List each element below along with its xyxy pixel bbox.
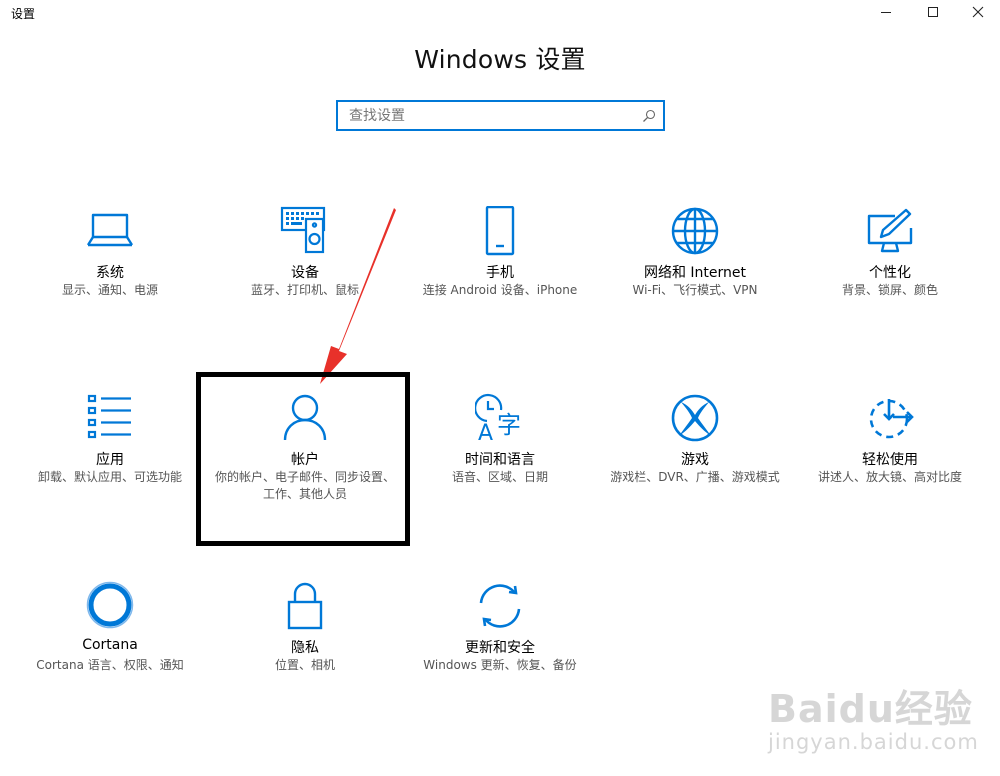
tile-label: 更新和安全 [465,640,535,656]
tile-label: 设备 [291,265,319,281]
watermark-url: jingyan.baidu.com [768,730,979,754]
tile-description: 卸载、默认应用、可选功能 [37,470,182,484]
close-icon [972,6,984,18]
tile-label: 应用 [96,452,124,468]
personalization-icon [865,206,915,256]
search-input[interactable] [338,102,638,129]
tile-label: Cortana [82,637,138,653]
annotation-highlight-box [196,372,410,546]
globe-icon [670,206,720,256]
watermark-brand: Baidu经验 [768,687,973,731]
ease-of-access-icon [865,393,915,443]
tile-label: 个性化 [869,265,911,281]
tile-description: Cortana 语言、权限、通知 [36,658,184,672]
page-title: Windows 设置 [414,45,586,74]
tile-label: 手机 [486,265,514,281]
tile-description: 位置、相机 [274,658,335,672]
tile-label: 时间和语言 [465,452,535,468]
tile-label: 游戏 [681,452,709,468]
svg-text:A: A [478,421,493,443]
tile-label: 系统 [96,265,124,281]
lock-icon [280,581,330,631]
tile-description: 背景、锁屏、颜色 [841,283,938,297]
devices-icon [280,206,330,256]
window-title: 设置 [11,7,36,21]
tile-description: Wi-Fi、飞行模式、VPN [632,283,758,297]
close-button[interactable] [955,0,1000,24]
tile-description: 显示、通知、电源 [61,283,158,297]
svg-text:字: 字 [497,411,521,439]
maximize-icon [928,7,938,17]
sync-icon [475,581,525,631]
tile-label: 隐私 [291,640,319,656]
tile-description: 游戏栏、DVR、广播、游戏模式 [610,470,780,484]
tile-description: 语音、区域、日期 [451,470,548,484]
laptop-icon [85,206,135,256]
minimize-button[interactable] [863,0,909,24]
minimize-icon [881,12,891,13]
time-language-icon: A 字 [475,393,525,443]
maximize-button[interactable] [910,0,956,24]
title-bar: 设置 [0,0,1000,28]
watermark: Baidu经验 jingyan.baidu.com [768,672,1000,772]
tile-label: 网络和 Internet [643,265,747,281]
search-icon[interactable] [642,109,656,123]
cortana-icon [85,581,135,631]
tile-description: 讲述人、放大镜、高对比度 [817,470,962,484]
tile-description: 蓝牙、打印机、鼠标 [250,283,359,297]
tile-description: Windows 更新、恢复、备份 [423,658,577,672]
tile-description: 连接 Android 设备、iPhone [422,283,578,297]
phone-icon [475,206,525,256]
search-box[interactable] [336,100,665,131]
apps-list-icon [85,393,135,443]
xbox-icon [670,393,720,443]
tile-label: 轻松使用 [862,452,918,468]
